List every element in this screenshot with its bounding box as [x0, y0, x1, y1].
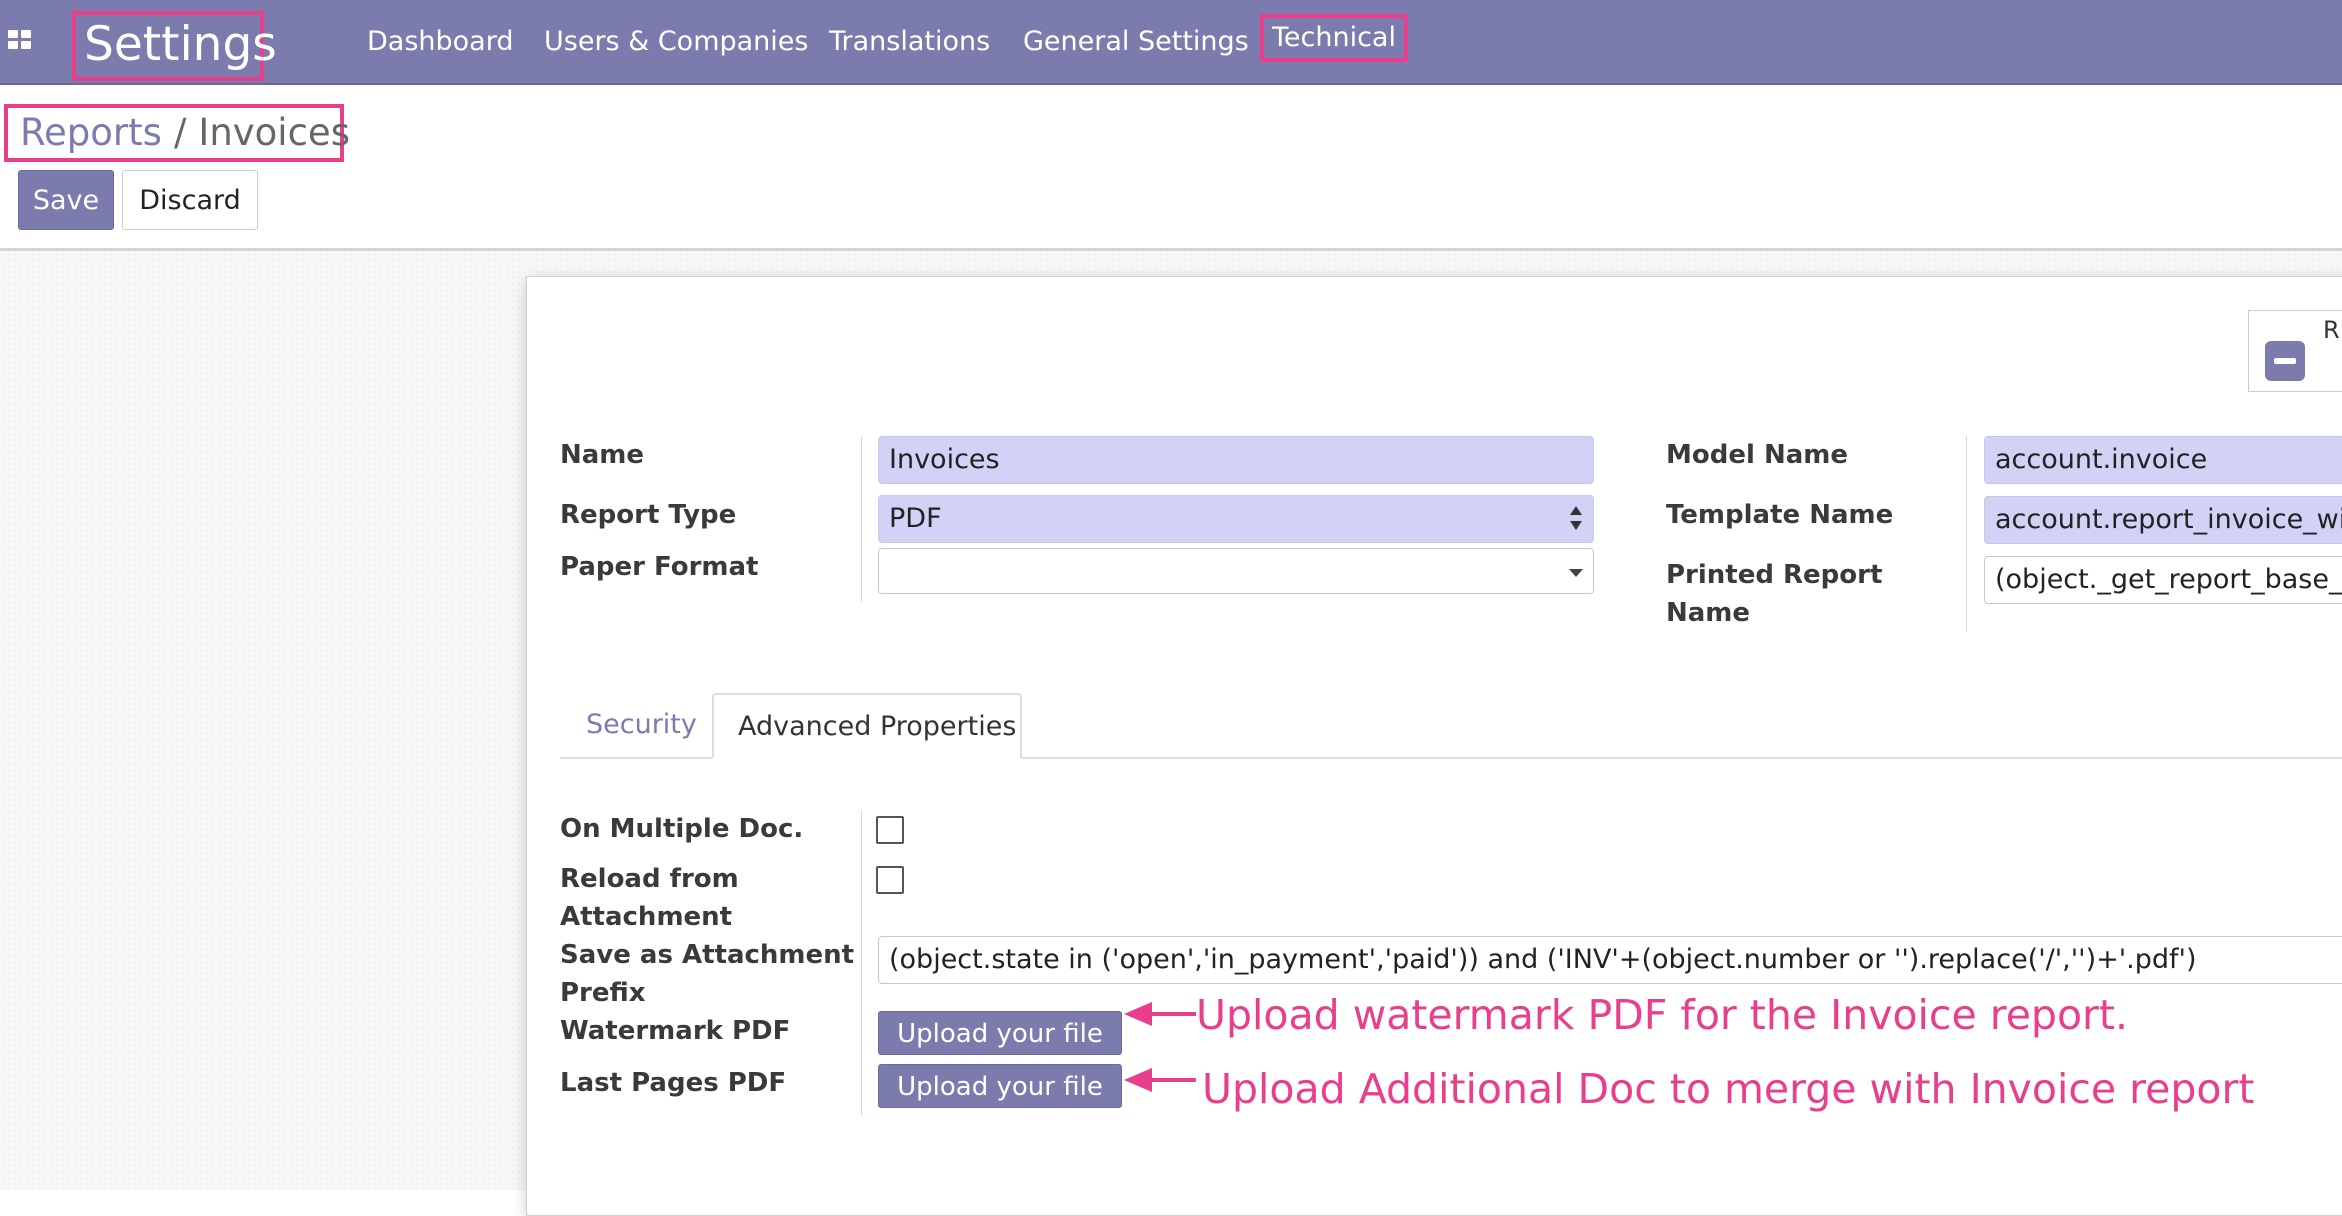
smart-button-label: R th m: [2323, 316, 2342, 344]
printed-report-name-label-2: Name: [1666, 598, 1751, 628]
upload-last-pages-button[interactable]: Upload your file: [878, 1064, 1122, 1108]
breadcrumb-separator: /: [173, 111, 187, 154]
menu-users-companies[interactable]: Users & Companies: [544, 25, 808, 59]
save-as-attachment-prefix-label: Save as Attachment: [560, 940, 855, 970]
menu-dashboard[interactable]: Dashboard: [367, 25, 513, 59]
model-name-input[interactable]: account.invoice: [1984, 436, 2342, 484]
watermark-pdf-label: Watermark PDF: [560, 1016, 791, 1046]
discard-button[interactable]: Discard: [122, 170, 258, 230]
menu-translations[interactable]: Translations: [829, 25, 990, 59]
advanced-group-separator: [861, 810, 862, 1116]
watermark-annotation-arrow: [1124, 1002, 1196, 1026]
minus-icon: [2265, 341, 2305, 381]
template-name-input[interactable]: account.report_invoice_with: [1984, 496, 2342, 544]
tab-security[interactable]: Security: [562, 693, 721, 759]
menu-general-settings[interactable]: General Settings: [1023, 25, 1249, 59]
on-multiple-doc-checkbox[interactable]: [876, 816, 904, 844]
menu-technical[interactable]: Technical: [1260, 14, 1408, 62]
report-type-label: Report Type: [560, 500, 737, 530]
select-arrows-icon: [1569, 504, 1583, 534]
report-type-select[interactable]: PDF: [878, 495, 1594, 543]
breadcrumb: Reports / Invoices: [4, 104, 350, 162]
reload-from-attachment-checkbox[interactable]: [876, 866, 904, 894]
printed-report-name-label: Printed Report: [1666, 560, 1883, 590]
last-pages-annotation-arrow: [1124, 1068, 1196, 1092]
last-pages-pdf-label: Last Pages PDF: [560, 1068, 787, 1098]
left-group-separator: [861, 436, 862, 602]
name-label: Name: [560, 440, 645, 470]
paper-format-label: Paper Format: [560, 552, 759, 582]
top-navbar: Settings Dashboard Users & Companies Tra…: [0, 0, 2342, 85]
tab-advanced-properties[interactable]: Advanced Properties: [712, 693, 1022, 759]
name-input[interactable]: Invoices: [878, 436, 1594, 484]
breadcrumb-reports-link[interactable]: Reports: [20, 111, 162, 154]
printed-report-name-input[interactable]: (object._get_report_base_fil: [1984, 556, 2342, 604]
paper-format-select[interactable]: [878, 548, 1594, 594]
reload-from-attachment-label-2: Attachment: [560, 902, 733, 932]
upload-watermark-button[interactable]: Upload your file: [878, 1011, 1122, 1055]
breadcrumb-current: Invoices: [198, 111, 350, 154]
chevron-down-icon: [1569, 569, 1583, 577]
smart-button[interactable]: R th m: [2248, 310, 2342, 392]
last-pages-annotation: Upload Additional Doc to merge with Invo…: [1202, 1065, 2255, 1113]
right-group-separator: [1966, 436, 1967, 632]
template-name-label: Template Name: [1666, 500, 1894, 530]
save-as-attachment-prefix-input[interactable]: (object.state in ('open','in_payment','p…: [878, 936, 2342, 984]
save-button[interactable]: Save: [18, 170, 114, 230]
watermark-annotation: Upload watermark PDF for the Invoice rep…: [1196, 991, 2128, 1039]
on-multiple-doc-label: On Multiple Doc.: [560, 814, 804, 844]
save-as-attachment-prefix-label-2: Prefix: [560, 978, 646, 1008]
reload-from-attachment-label: Reload from: [560, 864, 739, 894]
apps-menu-icon[interactable]: [8, 30, 32, 50]
report-type-value: PDF: [889, 503, 942, 534]
app-brand[interactable]: Settings: [72, 11, 277, 81]
model-name-label: Model Name: [1666, 440, 1848, 470]
